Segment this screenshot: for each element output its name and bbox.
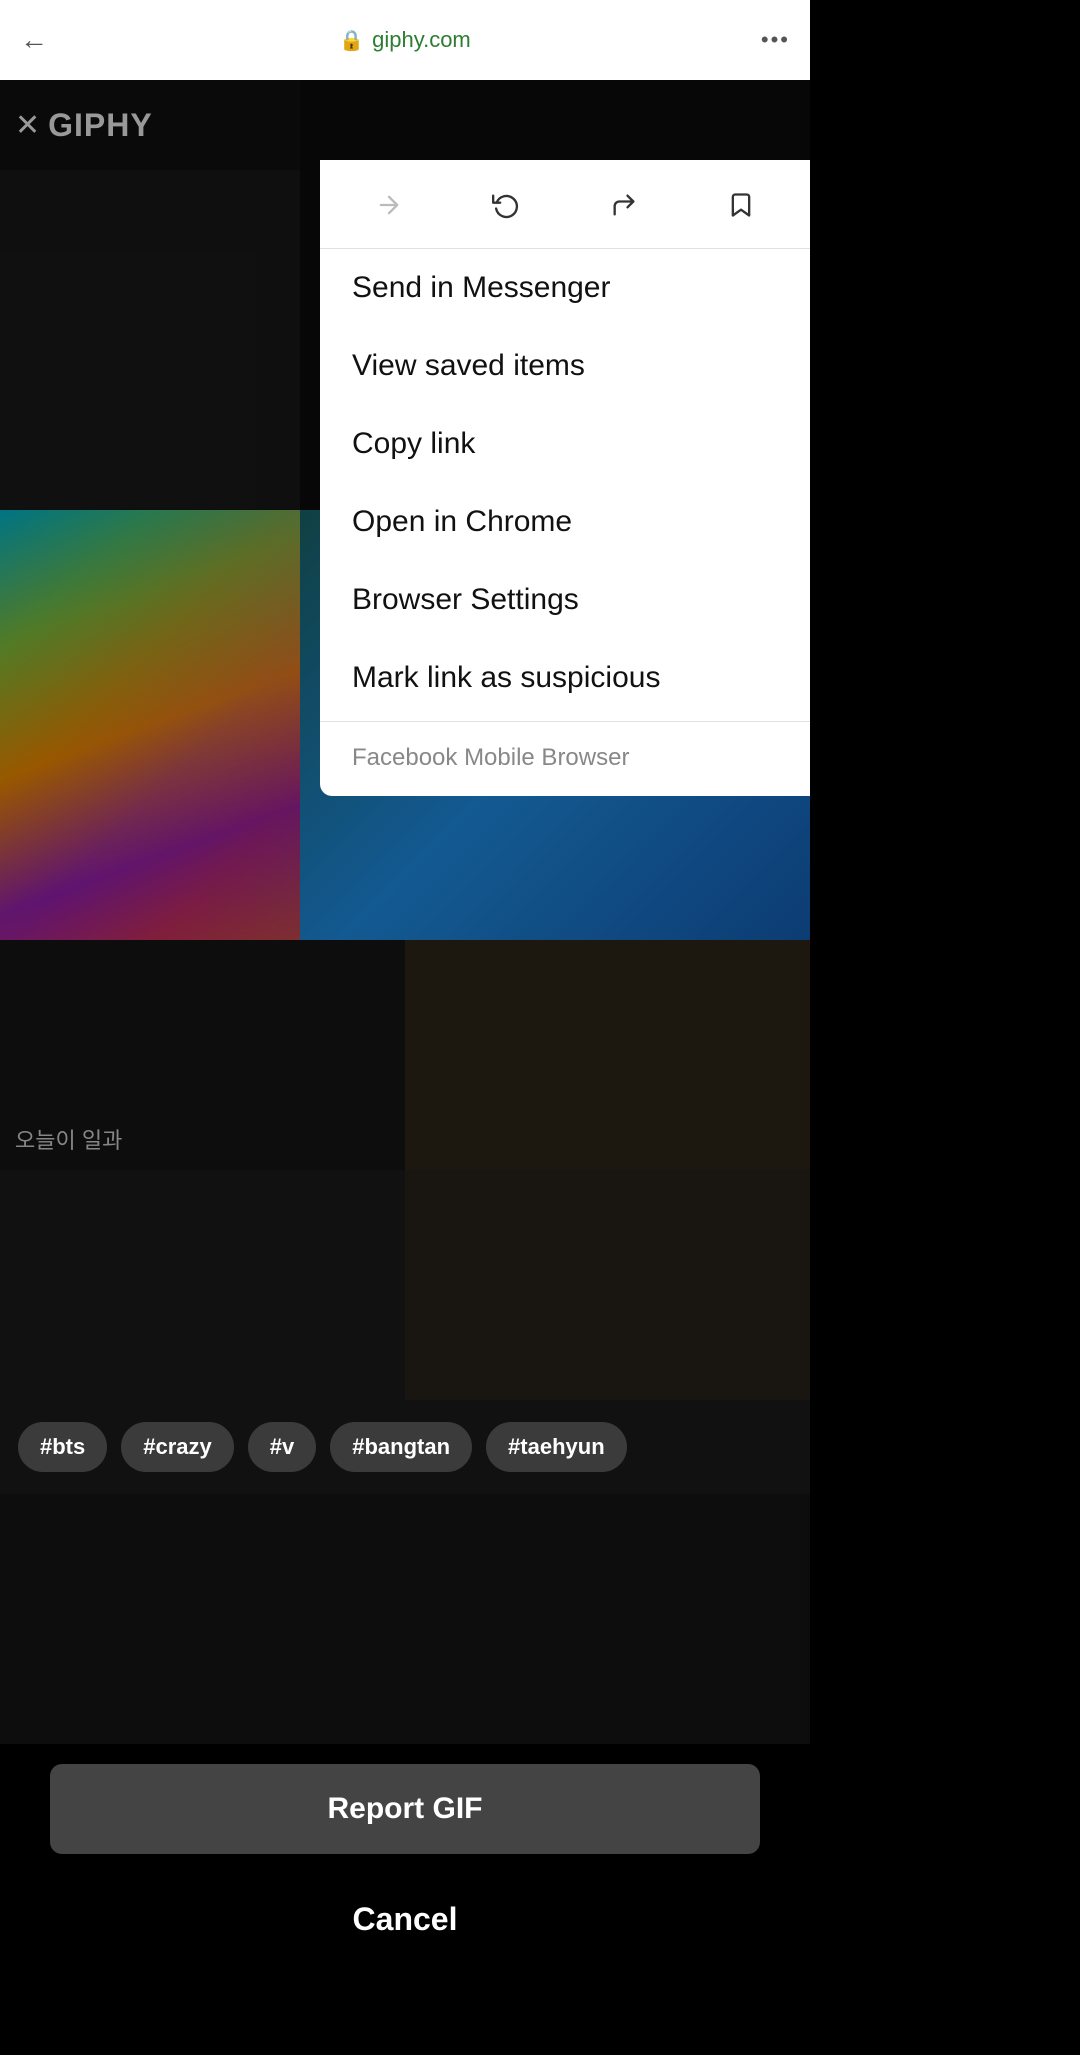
menu-item-view-saved[interactable]: View saved items (320, 327, 810, 405)
gif-area: ✕ GIPHY (0, 80, 810, 940)
menu-item-browser-settings[interactable]: Browser Settings (320, 561, 810, 639)
cancel-button[interactable]: Cancel (50, 1874, 760, 1964)
tag-bts[interactable]: #bts (18, 1422, 107, 1472)
content-grid: 오늘이 일과 (0, 940, 810, 1400)
url-text: giphy.com (372, 27, 471, 53)
grid-row-3 (0, 1494, 810, 1744)
tag-v[interactable]: #v (248, 1422, 316, 1472)
grid-cell-1: 오늘이 일과 (0, 940, 405, 1170)
tag-bangtan[interactable]: #bangtan (330, 1422, 472, 1472)
grid-cell-3 (0, 1170, 405, 1400)
tags-row: #bts #crazy #v #bangtan #taehyun (0, 1400, 810, 1494)
menu-divider (320, 721, 810, 722)
grid-cell-2 (405, 940, 810, 1170)
grid-row-2 (0, 1170, 810, 1400)
grid-cell-1-text: 오늘이 일과 (15, 1123, 122, 1155)
lock-icon: 🔒 (339, 28, 364, 53)
tag-crazy[interactable]: #crazy (121, 1422, 234, 1472)
menu-item-mark-suspicious[interactable]: Mark link as suspicious (320, 639, 810, 717)
dropdown-menu: Send in Messenger View saved items Copy … (320, 160, 810, 796)
grid-cell-5 (0, 1494, 810, 1744)
dropdown-items: Send in Messenger View saved items Copy … (320, 249, 810, 717)
url-area: 🔒 giphy.com (339, 27, 471, 53)
more-button[interactable]: ••• (761, 27, 790, 53)
grid-cell-4 (405, 1170, 810, 1400)
grid-row-1: 오늘이 일과 (0, 940, 810, 1170)
share-button[interactable] (599, 180, 649, 230)
forward-button[interactable] (364, 180, 414, 230)
tag-taehyun[interactable]: #taehyun (486, 1422, 627, 1472)
bookmark-button[interactable] (716, 180, 766, 230)
menu-item-copy-link[interactable]: Copy link (320, 405, 810, 483)
dropdown-toolbar (320, 160, 810, 249)
menu-item-open-chrome[interactable]: Open in Chrome (320, 483, 810, 561)
main-content: ✕ GIPHY (0, 80, 810, 1964)
menu-footer: Facebook Mobile Browser (320, 726, 810, 796)
address-bar: ← 🔒 giphy.com ••• (0, 0, 810, 80)
reload-button[interactable] (481, 180, 531, 230)
menu-item-send-messenger[interactable]: Send in Messenger (320, 249, 810, 327)
report-gif-button[interactable]: Report GIF (50, 1764, 760, 1854)
back-button[interactable]: ← (20, 24, 48, 56)
